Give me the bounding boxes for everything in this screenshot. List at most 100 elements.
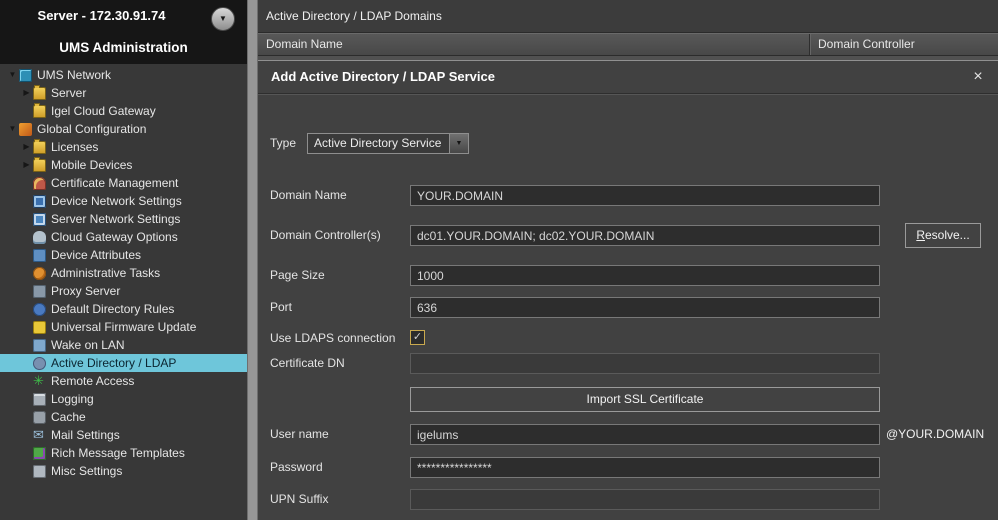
sidebar-item-certificate-management[interactable]: Certificate Management	[0, 174, 247, 192]
certificate-dn-input[interactable]	[410, 353, 880, 374]
folder-icon	[33, 105, 46, 118]
sidebar-item-label: Active Directory / LDAP	[51, 356, 176, 370]
upn-suffix-row: UPN Suffix	[258, 489, 998, 510]
domain-name-input[interactable]	[410, 185, 880, 206]
sidebar-item-label: Cloud Gateway Options	[51, 230, 178, 244]
certificate-icon	[33, 177, 46, 190]
sidebar-item-label: Device Attributes	[51, 248, 141, 262]
sidebar-item-server[interactable]: ▶Server	[0, 84, 247, 102]
sidebar-item-label: Mobile Devices	[51, 158, 132, 172]
upn-suffix-input[interactable]	[410, 489, 880, 510]
cache-icon	[33, 411, 46, 424]
sidebar-item-label: Mail Settings	[51, 428, 120, 442]
sidebar-item-label: Default Directory Rules	[51, 302, 174, 316]
domain-controllers-row: Domain Controller(s) Resolve...	[258, 225, 998, 246]
sidebar-item-ums-network[interactable]: ▼ UMS Network	[0, 66, 247, 84]
sidebar-item-label: Cache	[51, 410, 86, 424]
sidebar-item-wake-on-lan[interactable]: Wake on LAN	[0, 336, 247, 354]
sidebar-item-label: Misc Settings	[51, 464, 122, 478]
certificate-dn-label: Certificate DN	[270, 353, 345, 374]
expand-arrow-icon[interactable]: ▶	[20, 156, 33, 174]
sidebar-item-remote-access[interactable]: Remote Access	[0, 372, 247, 390]
chevron-down-icon[interactable]: ▼	[449, 134, 468, 153]
sidebar-item-global-configuration[interactable]: ▼Global Configuration	[0, 120, 247, 138]
import-ssl-button-label: Import SSL Certificate	[411, 388, 879, 411]
sidebar-item-licenses[interactable]: ▶ Licenses	[0, 138, 247, 156]
upn-suffix-label: UPN Suffix	[270, 489, 328, 510]
user-name-label: User name	[270, 424, 329, 445]
domain-controllers-input[interactable]	[410, 225, 880, 246]
user-name-input[interactable]	[410, 424, 880, 445]
column-header-domain-controller[interactable]: Domain Controller	[810, 34, 998, 55]
sidebar-item-label: UMS Network	[37, 68, 111, 82]
user-name-row: User name @YOUR.DOMAIN	[258, 424, 998, 445]
wake-icon	[33, 339, 46, 352]
sidebar-item-label: Device Network Settings	[51, 194, 182, 208]
sidebar-item-universal-firmware-update[interactable]: Universal Firmware Update	[0, 318, 247, 336]
sidebar-item-rich-message-templates[interactable]: Rich Message Templates	[0, 444, 247, 462]
type-label: Type	[270, 133, 296, 154]
import-ssl-certificate-button[interactable]: Import SSL Certificate	[410, 387, 880, 412]
password-input[interactable]	[410, 457, 880, 478]
server-selector-dropdown[interactable]: ▼	[211, 7, 235, 31]
ldaps-row: Use LDAPS connection	[258, 328, 998, 349]
sidebar-item-administrative-tasks[interactable]: Administrative Tasks	[0, 264, 247, 282]
server-title: Server - 172.30.91.74	[0, 8, 203, 23]
tasks-icon	[33, 267, 46, 280]
port-input[interactable]	[410, 297, 880, 318]
import-ssl-row: Import SSL Certificate	[258, 387, 998, 408]
sidebar-item-default-directory-rules[interactable]: Default Directory Rules	[0, 300, 247, 318]
dialog-title: Add Active Directory / LDAP Service	[271, 61, 495, 93]
sidebar-splitter[interactable]	[247, 0, 258, 520]
sidebar-item-label: Licenses	[51, 140, 98, 154]
folder-icon	[33, 159, 46, 172]
collapse-arrow-icon[interactable]: ▼	[6, 66, 19, 84]
server-network-icon	[33, 213, 46, 226]
sidebar-item-label: Administrative Tasks	[51, 266, 160, 280]
domain-name-label: Domain Name	[270, 185, 347, 206]
page-size-input[interactable]	[410, 265, 880, 286]
sidebar-item-label: Proxy Server	[51, 284, 120, 298]
expand-arrow-icon[interactable]: ▶	[20, 84, 33, 102]
collapse-arrow-icon[interactable]: ▼	[6, 120, 19, 138]
folder-icon	[33, 141, 46, 154]
password-row: Password	[258, 457, 998, 478]
type-dropdown[interactable]: Active Directory Service ▼	[307, 133, 469, 154]
sidebar-item-cache[interactable]: Cache	[0, 408, 247, 426]
content-topbar: Active Directory / LDAP Domains	[258, 0, 998, 33]
sidebar-item-active-directory-ldap[interactable]: Active Directory / LDAP	[0, 354, 247, 372]
resolve-button[interactable]: Resolve...	[905, 223, 981, 248]
ldaps-checkbox[interactable]	[410, 330, 425, 345]
expand-arrow-icon[interactable]: ▶	[20, 138, 33, 156]
close-icon[interactable]: ×	[968, 61, 988, 93]
dialog-header: Add Active Directory / LDAP Service ×	[258, 61, 998, 94]
sidebar-item-label: Logging	[51, 392, 94, 406]
templates-icon	[33, 447, 46, 460]
sidebar: Server - 172.30.91.74 ▼ UMS Administrati…	[0, 0, 247, 520]
sidebar-item-device-network-settings[interactable]: Device Network Settings	[0, 192, 247, 210]
ums-administration-title: UMS Administration	[0, 40, 247, 55]
sidebar-item-cloud-gateway-options[interactable]: Cloud Gateway Options	[0, 228, 247, 246]
domains-table-header: Domain Name Domain Controller	[258, 33, 998, 56]
certificate-dn-row: Certificate DN	[258, 353, 998, 374]
ldaps-label: Use LDAPS connection	[270, 328, 395, 349]
sidebar-item-misc-settings[interactable]: Misc Settings	[0, 462, 247, 480]
global-config-icon	[19, 123, 32, 136]
column-header-domain-name[interactable]: Domain Name	[258, 34, 810, 55]
sidebar-item-mail-settings[interactable]: Mail Settings	[0, 426, 247, 444]
sidebar-item-label: Remote Access	[51, 374, 134, 388]
sidebar-item-server-network-settings[interactable]: Server Network Settings	[0, 210, 247, 228]
sidebar-item-device-attributes[interactable]: Device Attributes	[0, 246, 247, 264]
type-row: Type Active Directory Service ▼	[258, 133, 998, 154]
logging-icon	[33, 393, 46, 406]
sidebar-item-mobile-devices[interactable]: ▶ Mobile Devices	[0, 156, 247, 174]
sidebar-item-igel-cloud-gateway[interactable]: Igel Cloud Gateway	[0, 102, 247, 120]
device-network-icon	[33, 195, 46, 208]
ad-icon	[33, 357, 46, 370]
remote-icon	[33, 375, 46, 388]
navigation-tree: ▼ UMS Network ▶ServerIgel Cloud Gateway▼Gl…	[0, 66, 247, 480]
sidebar-item-proxy-server[interactable]: Proxy Server	[0, 282, 247, 300]
proxy-icon	[33, 285, 46, 298]
password-label: Password	[270, 457, 323, 478]
sidebar-item-logging[interactable]: Logging	[0, 390, 247, 408]
